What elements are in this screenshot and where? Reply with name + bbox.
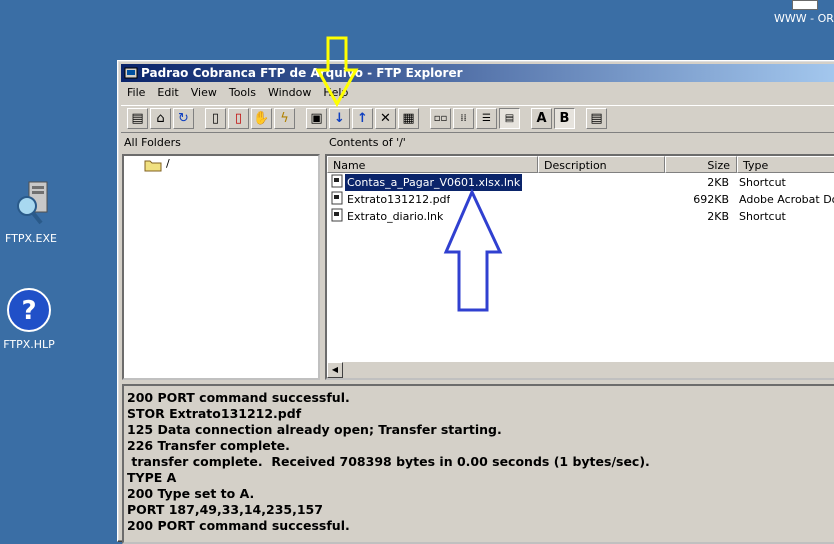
menu-tools[interactable]: Tools (223, 84, 262, 101)
delete-file-icon[interactable]: ▯ (228, 108, 249, 129)
menu-file[interactable]: File (121, 84, 151, 101)
delete-x-icon[interactable]: ✕ (375, 108, 396, 129)
log-line: PORT 187,49,33,14,235,157 (127, 502, 323, 517)
log-line: STOR Extrato131212.pdf (127, 406, 302, 421)
file-name[interactable]: Extrato_diario.lnk (347, 208, 443, 225)
log-line: TYPE A (127, 470, 177, 485)
lightning-icon[interactable]: ϟ (274, 108, 295, 129)
file-name[interactable]: Extrato131212.pdf (347, 191, 450, 208)
menu-edit[interactable]: Edit (151, 84, 184, 101)
log-line: 200 Type set to A. (127, 486, 255, 501)
details-view-icon[interactable]: ▤ (499, 108, 520, 129)
file-row[interactable]: Contas_a_Pagar_V0601.xlsx.lnk 2KB Shortc… (327, 173, 834, 192)
menu-view[interactable]: View (185, 84, 223, 101)
log-line: transfer complete. Received 708398 bytes… (127, 454, 650, 469)
log-line: 200 PORT command successful. (127, 518, 350, 533)
new-file-icon[interactable]: ▯ (205, 108, 226, 129)
list-view-icon[interactable]: ☰ (476, 108, 497, 129)
ftp-explorer-window: Padrao Cobranca FTP de Arquivo - FTP Exp… (117, 60, 834, 544)
file-size: 2KB (707, 176, 729, 189)
file-row[interactable]: Extrato131212.pdf 692KB Adobe Acrobat Do… (327, 191, 834, 208)
help-icon: ? (5, 286, 53, 334)
menu-window[interactable]: Window (262, 84, 317, 101)
ascii-mode-button[interactable]: A (531, 108, 552, 129)
small-icons-view-icon[interactable]: ⁞⁞ (453, 108, 474, 129)
desktop-top-right-label: WWW - ORI (774, 12, 834, 25)
column-type[interactable]: Type (737, 156, 834, 173)
upload-arrow-icon[interactable]: ↑ (352, 108, 373, 129)
download-arrow-icon[interactable]: ↓ (329, 108, 350, 129)
save-icon[interactable]: ▣ (306, 108, 327, 129)
large-icons-view-icon[interactable]: ▫▫ (430, 108, 451, 129)
horizontal-scrollbar[interactable]: ◀ (327, 362, 834, 378)
menubar: File Edit View Tools Window Help (121, 84, 834, 102)
tree-root-label[interactable]: / (166, 157, 170, 170)
scroll-left-arrow-icon[interactable]: ◀ (327, 362, 343, 378)
file-row[interactable]: Extrato_diario.lnk 2KB Shortcut (327, 208, 834, 225)
menu-help[interactable]: Help (317, 84, 354, 101)
file-size: 692KB (693, 193, 729, 206)
desktop-icon-ftpx-hlp[interactable]: ? FTPX.HLP (0, 286, 69, 351)
stop-hand-icon[interactable]: ✋ (251, 108, 272, 129)
file-name[interactable]: Contas_a_Pagar_V0601.xlsx.lnk (343, 173, 524, 192)
column-description[interactable]: Description (538, 156, 665, 173)
contents-header: Contents of '/' (329, 136, 406, 149)
window-title: Padrao Cobranca FTP de Arquivo - FTP Exp… (141, 66, 463, 80)
file-type: Shortcut (739, 176, 786, 189)
toolbar: ▤ ⌂ ↻ ▯ ▯ ✋ ϟ ▣ ↓ ↑ ✕ ▦ ▫▫ ⁞⁞ ☰ ▤ A B ▤ (121, 105, 834, 133)
window-titlebar[interactable]: Padrao Cobranca FTP de Arquivo - FTP Exp… (121, 64, 834, 82)
computer-search-icon (7, 180, 55, 228)
folders-header: All Folders (124, 136, 181, 149)
open-folder-icon[interactable]: ⌂ (150, 108, 171, 129)
properties-icon[interactable]: ▦ (398, 108, 419, 129)
log-line: 200 PORT command successful. (127, 390, 350, 405)
folder-icon (144, 157, 162, 176)
log-icon[interactable]: ▤ (586, 108, 607, 129)
svg-text:?: ? (21, 296, 36, 326)
column-size[interactable]: Size (665, 156, 737, 173)
folder-tree[interactable]: / (122, 154, 320, 380)
connect-icon[interactable]: ▤ (127, 108, 148, 129)
app-icon (124, 66, 138, 80)
file-size: 2KB (707, 210, 729, 223)
file-type: Shortcut (739, 210, 786, 223)
binary-mode-button[interactable]: B (554, 108, 575, 129)
desktop-icon-ftpx-exe[interactable]: FTPX.EXE (0, 180, 71, 245)
file-list: Name Description Size Type Contas_a_Paga… (325, 154, 834, 380)
desktop-top-right-icon[interactable] (792, 0, 818, 10)
refresh-icon[interactable]: ↻ (173, 108, 194, 129)
command-log[interactable]: 200 PORT command successful. STOR Extrat… (122, 384, 834, 544)
shortcut-file-icon (331, 208, 343, 227)
log-line: 226 Transfer complete. (127, 438, 290, 453)
column-name[interactable]: Name (327, 156, 538, 173)
log-line: 125 Data connection already open; Transf… (127, 422, 502, 437)
desktop-icon-label: FTPX.HLP (3, 338, 55, 351)
desktop-icon-label: FTPX.EXE (5, 232, 57, 245)
file-type: Adobe Acrobat Do... (739, 193, 834, 206)
